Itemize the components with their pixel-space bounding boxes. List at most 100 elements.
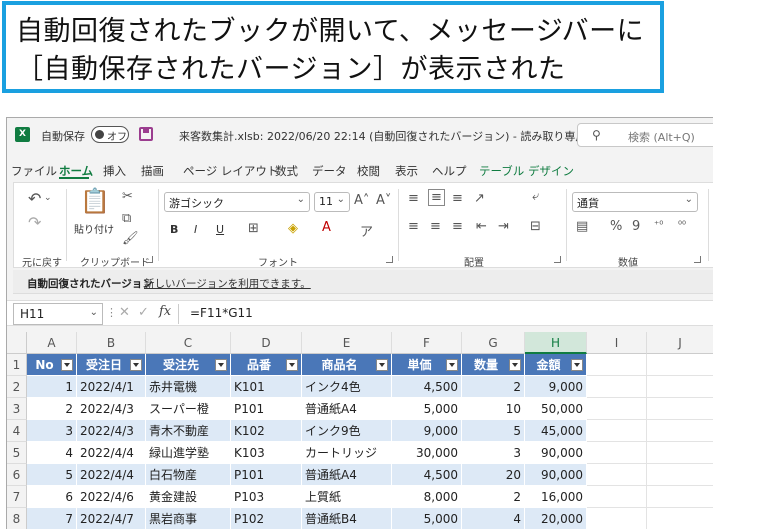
cell[interactable] — [587, 398, 647, 420]
worksheet-grid[interactable]: A B C D E F G H I J 1 No 受注日 受注先 品番 商品名 単価 数量 金額 2 1 2022/4/1… — [7, 332, 713, 529]
orientation-icon[interactable]: ↗ — [474, 191, 485, 206]
column-header-j[interactable]: J — [647, 332, 713, 354]
table-cell[interactable]: 45,000 — [525, 420, 587, 442]
cell[interactable] — [647, 354, 713, 376]
table-header-cell[interactable]: 数量 — [462, 354, 525, 376]
table-cell[interactable]: 90,000 — [525, 442, 587, 464]
number-launcher-icon[interactable] — [694, 256, 701, 263]
table-cell[interactable]: カートリッジ — [302, 442, 392, 464]
cell[interactable] — [647, 376, 713, 398]
table-cell[interactable]: 黄金建設 — [146, 486, 231, 508]
fill-color-icon[interactable]: ◈ — [288, 221, 298, 236]
table-header-cell[interactable]: 商品名 — [302, 354, 392, 376]
table-cell[interactable]: 6 — [27, 486, 77, 508]
copy-icon[interactable]: ⧉ — [122, 211, 131, 226]
table-cell[interactable]: 10 — [462, 398, 525, 420]
table-cell[interactable]: 2022/4/4 — [77, 464, 146, 486]
redo-icon[interactable]: ↷ — [28, 213, 41, 232]
table-header-cell[interactable]: 受注日 — [77, 354, 146, 376]
table-cell[interactable]: 2022/4/4 — [77, 442, 146, 464]
cell[interactable] — [647, 398, 713, 420]
tab-draw[interactable]: 描画 — [141, 163, 164, 179]
align-center-icon[interactable]: ≡ — [430, 219, 441, 234]
column-header-d[interactable]: D — [231, 332, 302, 354]
cell[interactable] — [587, 354, 647, 376]
cell[interactable] — [587, 442, 647, 464]
cell[interactable] — [647, 464, 713, 486]
tab-table-design[interactable]: テーブル デザイン — [479, 163, 574, 179]
filter-dropdown-icon[interactable] — [571, 359, 583, 371]
table-cell[interactable]: 20,000 — [525, 508, 587, 529]
table-cell[interactable]: 白石物産 — [146, 464, 231, 486]
table-cell[interactable]: 8,000 — [392, 486, 462, 508]
number-format-select[interactable]: 通貨 ⌄ — [572, 192, 698, 212]
table-header-cell[interactable]: No — [27, 354, 77, 376]
cell[interactable] — [647, 508, 713, 529]
table-cell[interactable]: 9,000 — [525, 376, 587, 398]
filter-dropdown-icon[interactable] — [446, 359, 458, 371]
enter-icon[interactable]: ✓ — [138, 305, 149, 320]
increase-indent-icon[interactable]: ⇥ — [498, 219, 509, 234]
cell[interactable] — [647, 486, 713, 508]
decrease-decimal-icon[interactable]: ⁰⁰ — [678, 220, 686, 231]
table-header-cell[interactable]: 単価 — [392, 354, 462, 376]
tab-view[interactable]: 表示 — [395, 163, 418, 179]
row-header-5[interactable]: 5 — [7, 442, 27, 464]
increase-font-icon[interactable]: A˄ — [354, 193, 369, 208]
table-cell[interactable]: 3 — [462, 442, 525, 464]
table-cell[interactable]: 緑山進学塾 — [146, 442, 231, 464]
tab-formulas[interactable]: 数式 — [275, 163, 298, 179]
table-cell[interactable]: 黒岩商事 — [146, 508, 231, 529]
row-header-8[interactable]: 8 — [7, 508, 27, 529]
filter-dropdown-icon[interactable] — [286, 359, 298, 371]
table-cell[interactable]: 3 — [27, 420, 77, 442]
cell[interactable] — [587, 376, 647, 398]
table-cell[interactable]: 4,500 — [392, 376, 462, 398]
merge-center-icon[interactable]: ⊟ — [530, 219, 541, 234]
insert-function-icon[interactable]: fx — [159, 304, 171, 319]
table-cell[interactable]: スーパー橙 — [146, 398, 231, 420]
table-cell[interactable]: 1 — [27, 376, 77, 398]
column-header-g[interactable]: G — [462, 332, 525, 354]
align-right-icon[interactable]: ≡ — [452, 219, 463, 234]
table-cell[interactable]: 2 — [462, 486, 525, 508]
bold-button[interactable]: B — [170, 223, 178, 236]
table-cell[interactable]: 普通紙B4 — [302, 508, 392, 529]
table-cell[interactable]: インク4色 — [302, 376, 392, 398]
align-top-icon[interactable]: ≡ — [408, 191, 419, 206]
column-header-a[interactable]: A — [27, 332, 77, 354]
table-cell[interactable]: 2022/4/7 — [77, 508, 146, 529]
formula-input[interactable]: =F11*G11 — [190, 306, 253, 320]
phonetic-icon[interactable]: ア — [360, 221, 373, 240]
column-header-b[interactable]: B — [77, 332, 146, 354]
tab-review[interactable]: 校閲 — [357, 163, 380, 179]
row-header-7[interactable]: 7 — [7, 486, 27, 508]
table-cell[interactable]: 5,000 — [392, 508, 462, 529]
cell[interactable] — [587, 486, 647, 508]
paste-label[interactable]: 貼り付け — [74, 221, 114, 236]
table-cell[interactable]: P102 — [231, 508, 302, 529]
cancel-icon[interactable]: ✕ — [119, 305, 130, 320]
table-cell[interactable]: 4,500 — [392, 464, 462, 486]
table-cell[interactable]: 16,000 — [525, 486, 587, 508]
autosave-toggle[interactable]: オフ — [91, 126, 129, 143]
table-cell[interactable]: 2022/4/1 — [77, 376, 146, 398]
align-left-icon[interactable]: ≡ — [408, 219, 419, 234]
table-cell[interactable]: 上質紙 — [302, 486, 392, 508]
increase-decimal-icon[interactable]: ⁺⁰ — [654, 220, 663, 231]
undo-dropdown-icon[interactable]: ⌄ — [44, 193, 52, 203]
cell[interactable] — [587, 464, 647, 486]
table-cell[interactable]: P101 — [231, 464, 302, 486]
undo-icon[interactable]: ↶ — [28, 189, 41, 208]
table-cell[interactable]: P103 — [231, 486, 302, 508]
table-header-cell[interactable]: 品番 — [231, 354, 302, 376]
table-cell[interactable]: 2 — [462, 376, 525, 398]
decrease-font-icon[interactable]: A˅ — [376, 193, 391, 208]
table-cell[interactable]: 2022/4/3 — [77, 420, 146, 442]
column-header-c[interactable]: C — [146, 332, 231, 354]
tab-insert[interactable]: 挿入 — [103, 163, 126, 179]
table-cell[interactable]: P101 — [231, 398, 302, 420]
cell[interactable] — [587, 508, 647, 529]
font-color-icon[interactable]: A — [322, 220, 331, 235]
font-launcher-icon[interactable] — [386, 256, 393, 263]
